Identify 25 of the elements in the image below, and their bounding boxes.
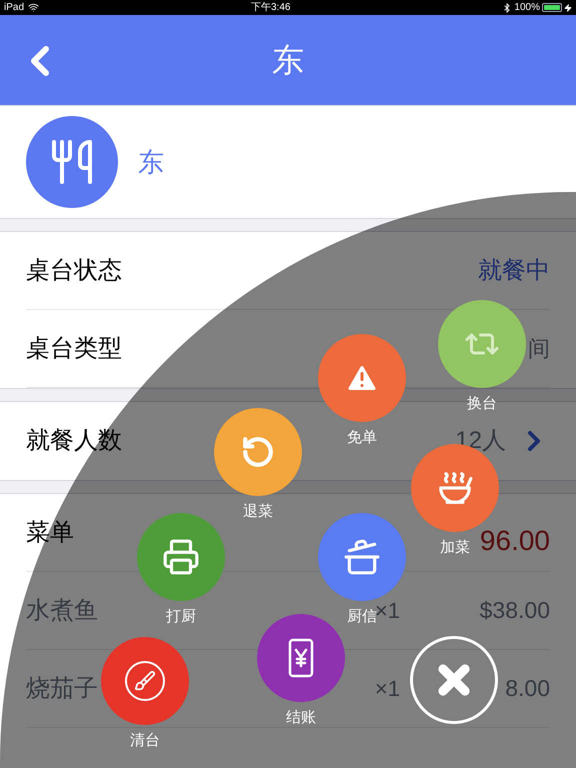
action-label: 退菜 (243, 502, 273, 522)
dish-price: 8.00 (505, 674, 550, 704)
action-label: 清台 (130, 731, 160, 751)
dish-name: 烧茄子 (26, 674, 98, 704)
clock-label: 下午3:46 (250, 1, 290, 15)
row-value: 间 (528, 335, 550, 363)
carrier-label: iPad (4, 1, 24, 15)
row-label: 就餐人数 (26, 426, 122, 456)
menu-total: 96.00 (480, 524, 550, 558)
table-name: 东 (138, 146, 164, 178)
row-label: 桌台类型 (26, 334, 122, 364)
action-label: 换台 (467, 394, 497, 414)
menu-label: 菜单 (26, 518, 74, 548)
row-label: 桌台状态 (26, 256, 122, 286)
action-label: 厨信 (347, 608, 377, 627)
nav-title: 东 (272, 41, 304, 80)
dish-quantity: ×1 (374, 675, 400, 703)
action-label: 打厨 (166, 607, 196, 627)
action-label: 结账 (286, 708, 316, 728)
dish-name: 水煮鱼 (26, 596, 98, 626)
action-label: 免单 (347, 428, 377, 448)
action-label: 加菜 (440, 538, 470, 558)
battery-label: 100% (514, 1, 540, 15)
row-value: 就餐中 (478, 256, 550, 286)
dish-price: $38.00 (480, 596, 550, 626)
